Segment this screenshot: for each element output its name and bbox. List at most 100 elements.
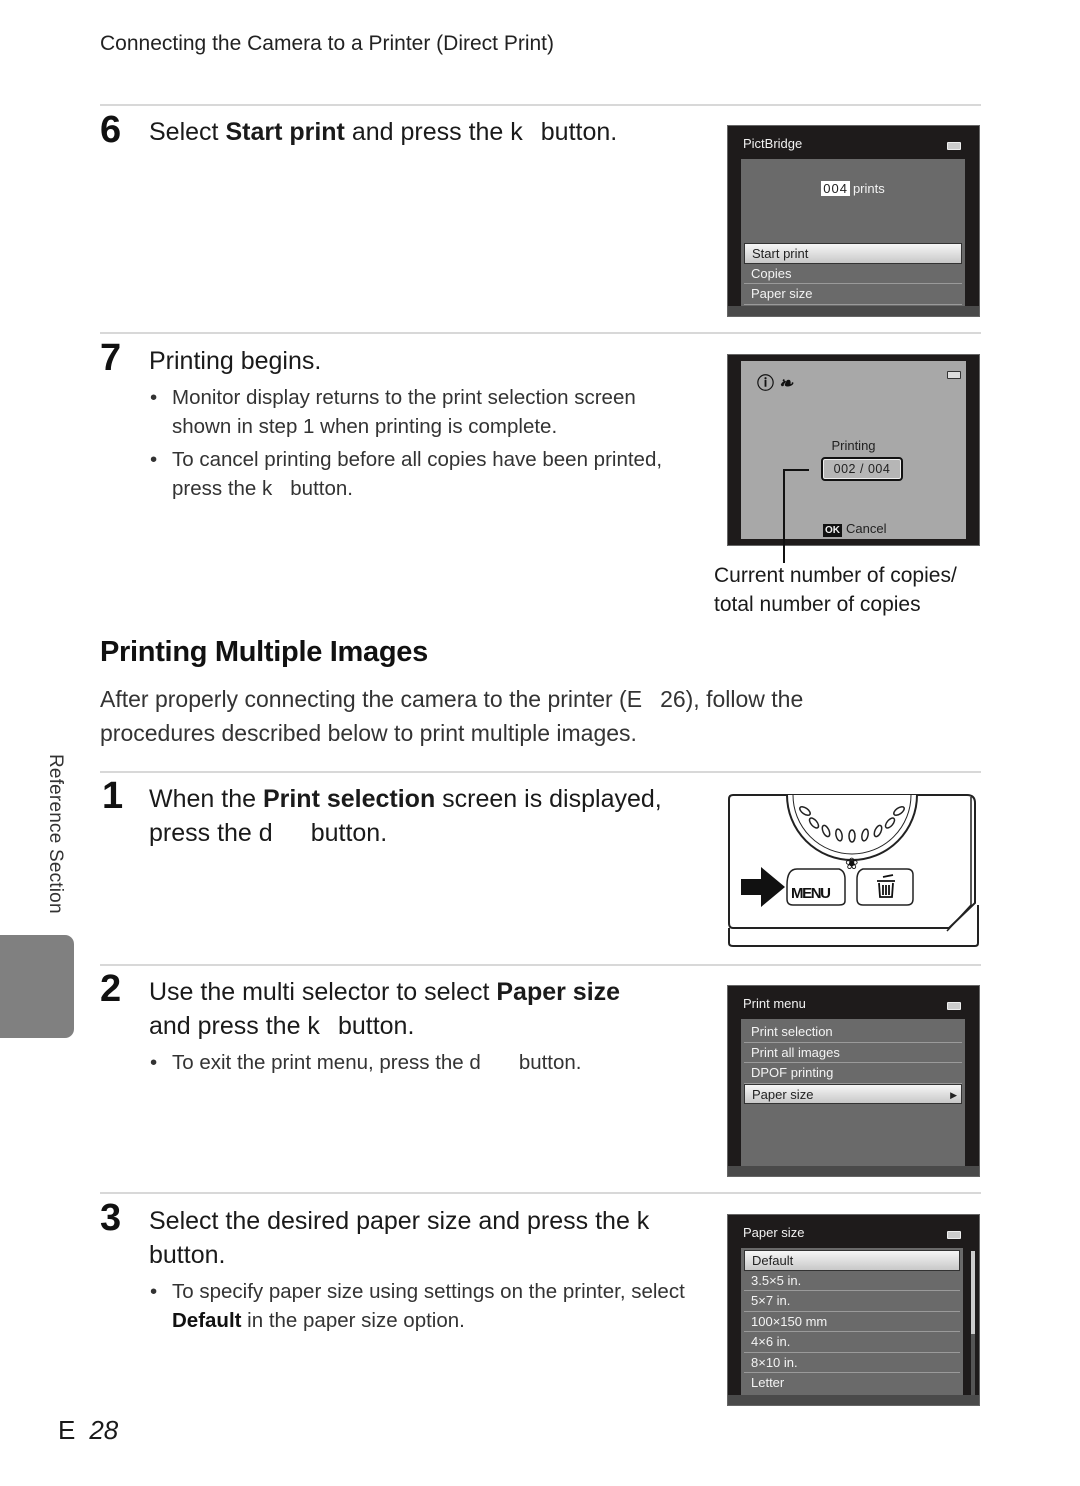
step-number: 7 <box>100 337 122 379</box>
menu-item-default[interactable]: Default <box>744 1250 960 1271</box>
section-tab <box>0 935 74 1038</box>
menu-list: Print selection Print all images DPOF pr… <box>744 1022 962 1104</box>
bold-term: Start print <box>225 118 345 146</box>
status-icons: ⓘ ❧ <box>757 369 793 394</box>
battery-icon <box>947 1231 961 1239</box>
screen-panel: ⓘ ❧ Printing 002 / 004 OK Cancel <box>741 361 966 539</box>
screen-title: Print menu <box>743 996 806 1011</box>
bold-term: Paper size <box>496 978 621 1006</box>
scrollbar-thumb[interactable] <box>971 1251 975 1334</box>
menu-list: Start print Copies Paper size <box>744 243 962 305</box>
delete-button <box>856 868 914 906</box>
text: When the <box>149 785 263 813</box>
ok-button-icon: OK <box>823 524 842 537</box>
cancel-hint[interactable]: OK Cancel <box>823 521 886 537</box>
text: button. <box>337 1012 415 1040</box>
screen-bottom-bar <box>728 1166 979 1176</box>
section-prefix: E <box>58 1415 76 1445</box>
text: button. <box>290 477 353 500</box>
pictbridge-screen: PictBridge 004 prints Start print Copies … <box>727 125 980 317</box>
side-tab-label: Reference Section <box>45 754 66 914</box>
print-menu-screen: Print menu Print selection Print all ima… <box>727 985 980 1177</box>
text: and press the k <box>344 118 523 146</box>
battery-icon <box>947 1002 961 1010</box>
battery-icon <box>947 142 961 150</box>
menu-item-5x7[interactable]: 5×7 in. <box>744 1291 960 1312</box>
prints-count: 004 <box>821 181 850 196</box>
step-6-instruction: Select Start print and press the k button… <box>149 115 617 149</box>
divider <box>100 104 981 106</box>
menu-list: Default 3.5×5 in. 5×7 in. 100×150 mm 4×6… <box>744 1250 960 1394</box>
menu-item-print-all-images[interactable]: Print all images <box>744 1043 962 1063</box>
text: To exit the print menu, press the d <box>172 1051 481 1074</box>
text: Select <box>149 118 226 146</box>
menu-item-paper-size[interactable]: Paper size <box>744 284 962 305</box>
step-7-bullets: Monitor display returns to the print sel… <box>150 383 700 507</box>
step-number: 2 <box>100 968 122 1010</box>
menu-item-100x150[interactable]: 100×150 mm <box>744 1312 960 1332</box>
text: in the paper size option. <box>241 1309 465 1332</box>
menu-item-label: Paper size <box>752 1086 814 1102</box>
divider <box>100 964 981 966</box>
step-3-instruction: Select the desired paper size and press … <box>149 1204 719 1272</box>
printing-status: Printing <box>831 438 876 453</box>
step-3-bullets: To specify paper size using settings on … <box>150 1277 690 1339</box>
camera-body: ❀ MENU <box>728 794 979 947</box>
section-title: Printing Multiple Images <box>100 636 428 668</box>
menu-item-copies[interactable]: Copies <box>744 264 962 284</box>
menu-item-paper-size[interactable]: Paper size ▶ <box>744 1083 962 1104</box>
menu-item-start-print[interactable]: Start print <box>744 243 962 264</box>
callout-line <box>783 469 785 563</box>
callout-line-1: Current number of copies/ <box>714 564 957 587</box>
cancel-label: Cancel <box>846 521 887 536</box>
text: To specify paper size using settings on … <box>172 1280 685 1303</box>
battery-icon <box>947 371 961 379</box>
prints-label: prints <box>852 181 885 196</box>
prints-count-row: 004 prints <box>741 181 965 196</box>
camera-back-illustration: ❀ MENU <box>727 793 980 947</box>
chevron-right-icon: ▶ <box>950 1089 957 1100</box>
step-number: 6 <box>100 109 122 151</box>
text: Use the multi selector to select <box>149 978 497 1006</box>
text: button. <box>540 118 618 146</box>
paper-size-screen: Paper size Default 3.5×5 in. 5×7 in. 100… <box>727 1214 980 1406</box>
text: button. <box>310 819 388 847</box>
text: Select the desired paper size and press … <box>149 1207 650 1235</box>
total-copies: 004 <box>867 462 891 476</box>
bullet: To specify paper size using settings on … <box>150 1277 690 1335</box>
text: button. <box>149 1241 226 1269</box>
bold-term: Default <box>172 1309 242 1332</box>
running-head: Connecting the Camera to a Printer (Dire… <box>100 32 555 55</box>
screen-panel: 004 prints Start print Copies Paper size <box>741 159 965 306</box>
page-num: 28 <box>89 1415 119 1445</box>
menu-item-letter[interactable]: Letter <box>744 1373 960 1394</box>
callout-caption: Current number of copies/ total number o… <box>714 561 957 619</box>
bold-term: Print selection <box>262 785 436 813</box>
pictbridge-icon: ❧ <box>778 374 793 393</box>
step-2-bullets: To exit the print menu, press the d butto… <box>150 1048 710 1081</box>
menu-item-dpof-printing[interactable]: DPOF printing <box>744 1063 962 1084</box>
macro-flower-icon: ❀ <box>845 854 858 873</box>
current-copies: 002 <box>833 462 857 476</box>
menu-item-8x10[interactable]: 8×10 in. <box>744 1353 960 1373</box>
screen-panel: Print selection Print all images DPOF pr… <box>741 1019 965 1166</box>
screen-title: PictBridge <box>743 136 803 151</box>
section-intro: After properly connecting the camera to … <box>100 682 900 750</box>
screen-bottom-bar <box>728 306 979 316</box>
screen-title: Paper size <box>743 1225 805 1240</box>
text: and press the k <box>149 1012 320 1040</box>
text: screen is displayed, <box>435 785 662 813</box>
separator: / <box>860 462 864 476</box>
screen-panel: Default 3.5×5 in. 5×7 in. 100×150 mm 4×6… <box>741 1248 963 1395</box>
bullet: To exit the print menu, press the d butto… <box>150 1048 710 1077</box>
screen-bottom-bar <box>728 1395 979 1405</box>
step-number: 1 <box>102 775 124 817</box>
menu-item-4x6[interactable]: 4×6 in. <box>744 1332 960 1353</box>
scrollbar[interactable] <box>971 1251 975 1401</box>
printing-screen: ⓘ ❧ Printing 002 / 004 OK Cancel <box>727 354 980 546</box>
step-2-instruction: Use the multi selector to select Paper s… <box>149 975 709 1043</box>
step-7-title: Printing begins. <box>149 347 322 375</box>
divider <box>100 332 981 334</box>
menu-item-3-5x5[interactable]: 3.5×5 in. <box>744 1271 960 1291</box>
menu-item-print-selection[interactable]: Print selection <box>744 1022 962 1043</box>
